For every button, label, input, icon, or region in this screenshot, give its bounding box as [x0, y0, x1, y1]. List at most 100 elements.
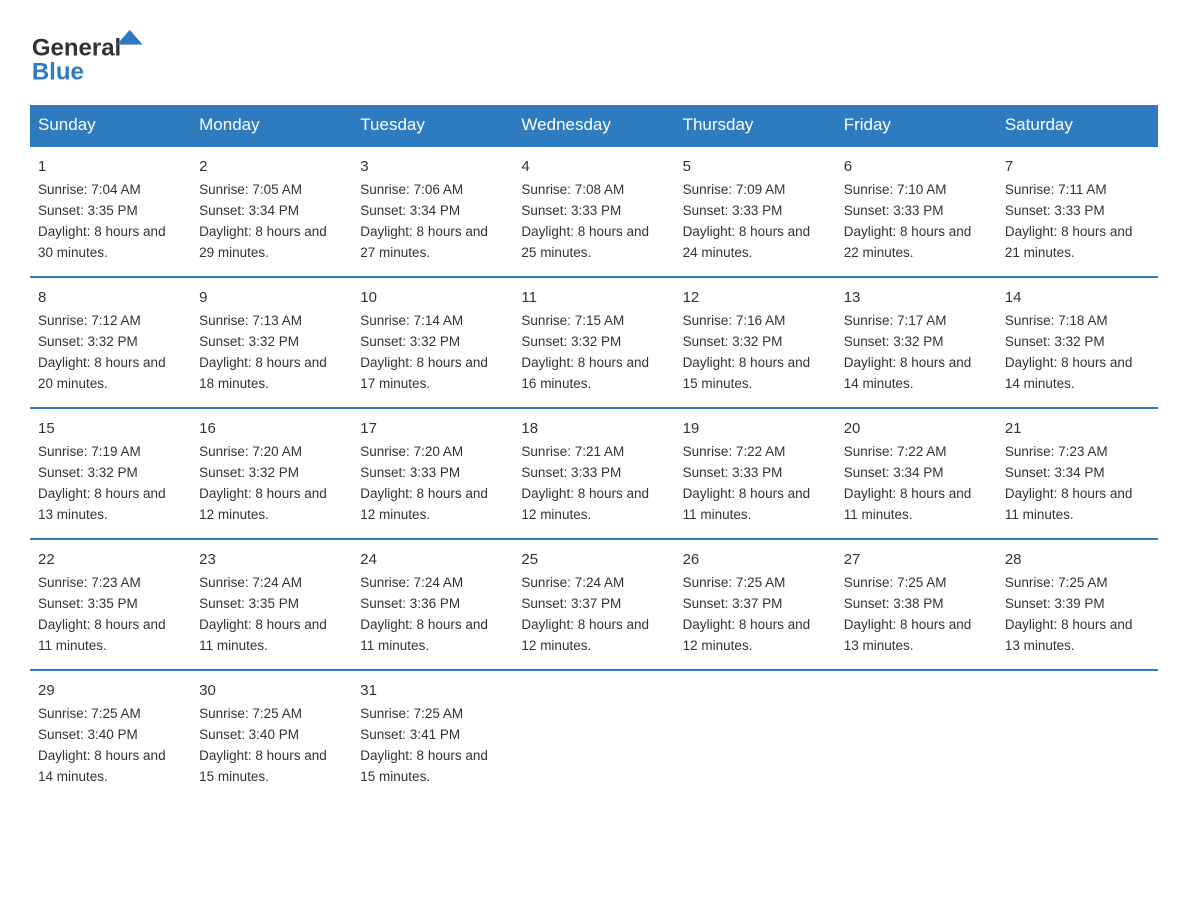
day-number: 22 — [38, 548, 183, 571]
day-number: 30 — [199, 679, 344, 702]
day-number: 4 — [521, 155, 666, 178]
daylight-info: Daylight: 8 hours and 29 minutes. — [199, 224, 327, 260]
daylight-info: Daylight: 8 hours and 13 minutes. — [38, 486, 166, 522]
calendar-cell: 21Sunrise: 7:23 AMSunset: 3:34 PMDayligh… — [997, 408, 1158, 539]
day-number: 26 — [683, 548, 828, 571]
calendar-cell: 12Sunrise: 7:16 AMSunset: 3:32 PMDayligh… — [675, 277, 836, 408]
daylight-info: Daylight: 8 hours and 27 minutes. — [360, 224, 488, 260]
calendar-cell: 17 Sunrise: 7:20 AM Sunset: 3:33 PM Dayligh… — [352, 408, 513, 539]
sunrise-info: Sunrise: 7:13 AM — [199, 313, 302, 328]
sunset-info: Sunset: 3:33 PM — [844, 203, 944, 218]
sunrise-info: Sunrise: 7:12 AM — [38, 313, 141, 328]
sunset-info: Sunset: 3:35 PM — [38, 596, 138, 611]
calendar-cell: 14Sunrise: 7:18 AMSunset: 3:32 PMDayligh… — [997, 277, 1158, 408]
sunrise-info: Sunrise: 7:23 AM — [1005, 444, 1108, 459]
calendar-cell — [513, 670, 674, 800]
week-row-1: 1Sunrise: 7:04 AMSunset: 3:35 PMDaylight… — [30, 146, 1158, 277]
sunrise-info: Sunrise: 7:19 AM — [38, 444, 141, 459]
calendar-cell: 23 Sunrise: 7:24 AM Sunset: 3:35 PM Dayligh… — [191, 539, 352, 670]
sunset-info: Sunset: 3:33 PM — [521, 203, 621, 218]
day-number: 17 — [360, 417, 505, 440]
calendar-cell: 3Sunrise: 7:06 AMSunset: 3:34 PMDaylight… — [352, 146, 513, 277]
page-header: General Blue — [30, 20, 1158, 85]
sunset-info: Sunset: 3:33 PM — [360, 465, 460, 480]
logo: General Blue — [30, 20, 150, 85]
calendar-cell: 25Sunrise: 7:24 AMSunset: 3:37 PMDayligh… — [513, 539, 674, 670]
sunrise-info: Sunrise: 7:11 AM — [1005, 182, 1107, 197]
calendar-cell: 11Sunrise: 7:15 AMSunset: 3:32 PMDayligh… — [513, 277, 674, 408]
sunrise-info: Sunrise: 7:04 AM — [38, 182, 141, 197]
sunset-info: Sunset: 3:32 PM — [683, 334, 783, 349]
sunrise-info: Sunrise: 7:22 AM — [683, 444, 786, 459]
sunset-info: Sunset: 3:33 PM — [521, 465, 621, 480]
day-number: 23 — [199, 548, 344, 571]
day-number: 27 — [844, 548, 989, 571]
day-number: 9 — [199, 286, 344, 309]
sunset-info: Sunset: 3:38 PM — [844, 596, 944, 611]
daylight-info: Daylight: 8 hours and 15 minutes. — [199, 748, 327, 784]
day-number: 29 — [38, 679, 183, 702]
sunset-info: Sunset: 3:37 PM — [683, 596, 783, 611]
sunrise-info: Sunrise: 7:22 AM — [844, 444, 947, 459]
calendar-table: SundayMondayTuesdayWednesdayThursdayFrid… — [30, 105, 1158, 800]
calendar-cell: 28Sunrise: 7:25 AMSunset: 3:39 PMDayligh… — [997, 539, 1158, 670]
day-number: 2 — [199, 155, 344, 178]
day-number: 3 — [360, 155, 505, 178]
sunset-info: Sunset: 3:33 PM — [683, 203, 783, 218]
daylight-info: Daylight: 8 hours and 11 minutes. — [360, 617, 488, 653]
sunset-info: Sunset: 3:34 PM — [360, 203, 460, 218]
calendar-cell: 5Sunrise: 7:09 AMSunset: 3:33 PMDaylight… — [675, 146, 836, 277]
sunset-info: Sunset: 3:32 PM — [38, 465, 138, 480]
day-number: 5 — [683, 155, 828, 178]
sunrise-info: Sunrise: 7:16 AM — [683, 313, 786, 328]
daylight-info: Daylight: 8 hours and 25 minutes. — [521, 224, 649, 260]
calendar-cell: 30Sunrise: 7:25 AMSunset: 3:40 PMDayligh… — [191, 670, 352, 800]
calendar-cell: 1Sunrise: 7:04 AMSunset: 3:35 PMDaylight… — [30, 146, 191, 277]
day-number: 13 — [844, 286, 989, 309]
daylight-info: Daylight: 8 hours and 20 minutes. — [38, 355, 166, 391]
daylight-info: Daylight: 8 hours and 12 minutes. — [683, 617, 811, 653]
daylight-info: Daylight: 8 hours and 11 minutes. — [844, 486, 972, 522]
sunset-info: Sunset: 3:32 PM — [844, 334, 944, 349]
calendar-cell: 19 Sunrise: 7:22 AM Sunset: 3:33 PM Dayligh… — [675, 408, 836, 539]
sunset-info: Sunset: 3:35 PM — [199, 596, 299, 611]
daylight-info: Daylight: 8 hours and 14 minutes. — [38, 748, 166, 784]
sunset-info: Sunset: 3:40 PM — [199, 727, 299, 742]
daylight-info: Daylight: 8 hours and 30 minutes. — [38, 224, 166, 260]
daylight-info: Daylight: 8 hours and 11 minutes. — [683, 486, 811, 522]
calendar-cell: 7Sunrise: 7:11 AMSunset: 3:33 PMDaylight… — [997, 146, 1158, 277]
sunrise-info: Sunrise: 7:24 AM — [360, 575, 463, 590]
sunset-info: Sunset: 3:39 PM — [1005, 596, 1105, 611]
calendar-cell: 18Sunrise: 7:21 AMSunset: 3:33 PMDayligh… — [513, 408, 674, 539]
sunrise-info: Sunrise: 7:24 AM — [199, 575, 302, 590]
calendar-cell: 31Sunrise: 7:25 AMSunset: 3:41 PMDayligh… — [352, 670, 513, 800]
daylight-info: Daylight: 8 hours and 13 minutes. — [844, 617, 972, 653]
calendar-header-row: SundayMondayTuesdayWednesdayThursdayFrid… — [30, 105, 1158, 146]
sunset-info: Sunset: 3:36 PM — [360, 596, 460, 611]
calendar-cell — [675, 670, 836, 800]
sunrise-info: Sunrise: 7:20 AM — [360, 444, 463, 459]
day-number: 6 — [844, 155, 989, 178]
day-number: 12 — [683, 286, 828, 309]
daylight-info: Daylight: 8 hours and 12 minutes. — [199, 486, 327, 522]
day-number: 19 — [683, 417, 828, 440]
sunrise-info: Sunrise: 7:24 AM — [521, 575, 624, 590]
sunrise-info: Sunrise: 7:21 AM — [521, 444, 624, 459]
sunrise-info: Sunrise: 7:25 AM — [844, 575, 947, 590]
daylight-info: Daylight: 8 hours and 21 minutes. — [1005, 224, 1133, 260]
daylight-info: Daylight: 8 hours and 12 minutes. — [360, 486, 488, 522]
day-number: 15 — [38, 417, 183, 440]
daylight-info: Daylight: 8 hours and 11 minutes. — [199, 617, 327, 653]
sunrise-info: Sunrise: 7:18 AM — [1005, 313, 1108, 328]
sunset-info: Sunset: 3:33 PM — [683, 465, 783, 480]
daylight-info: Daylight: 8 hours and 13 minutes. — [1005, 617, 1133, 653]
sunset-info: Sunset: 3:37 PM — [521, 596, 621, 611]
svg-text:General: General — [32, 35, 121, 62]
calendar-cell: 2Sunrise: 7:05 AMSunset: 3:34 PMDaylight… — [191, 146, 352, 277]
calendar-cell: 22Sunrise: 7:23 AMSunset: 3:35 PMDayligh… — [30, 539, 191, 670]
sunset-info: Sunset: 3:32 PM — [360, 334, 460, 349]
daylight-info: Daylight: 8 hours and 14 minutes. — [844, 355, 972, 391]
calendar-cell: 10Sunrise: 7:14 AMSunset: 3:32 PMDayligh… — [352, 277, 513, 408]
calendar-cell — [997, 670, 1158, 800]
week-row-3: 15 Sunrise: 7:19 AM Sunset: 3:32 PM Dayligh… — [30, 408, 1158, 539]
